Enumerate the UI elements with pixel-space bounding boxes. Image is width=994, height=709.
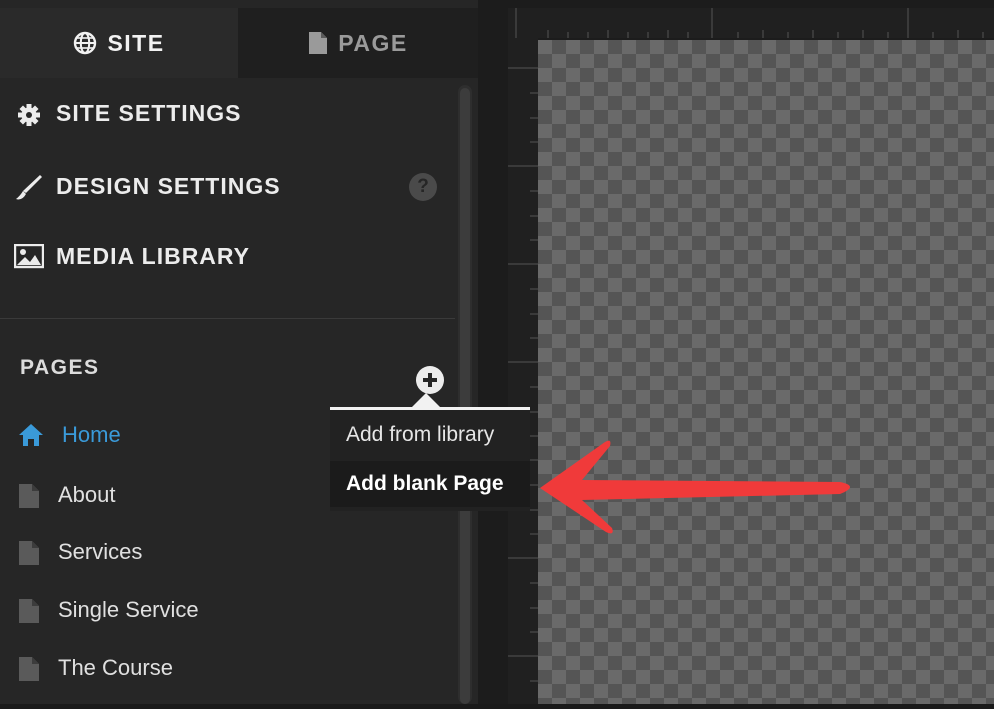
- page-item-services[interactable]: Services: [18, 538, 142, 566]
- page-item-about[interactable]: About: [18, 481, 116, 509]
- page-item-home[interactable]: Home: [18, 422, 121, 448]
- page-icon: [19, 599, 39, 623]
- media-library-label: MEDIA LIBRARY: [56, 243, 251, 269]
- sidebar: SITE PAGE SITE SETTINGS DESIGN SETTINGS …: [0, 0, 478, 704]
- page-item-label: The Course: [58, 655, 173, 680]
- scrollbar-thumb[interactable]: [460, 88, 470, 704]
- image-icon: [14, 243, 44, 268]
- divider: [0, 318, 455, 319]
- add-blank-page-option[interactable]: Add blank Page: [330, 461, 530, 507]
- tab-site-label: SITE: [107, 29, 165, 56]
- dropdown-caret: [411, 393, 441, 408]
- tab-bar: SITE PAGE: [0, 8, 478, 78]
- brush-icon: [16, 175, 42, 200]
- page-item-single-service[interactable]: Single Service: [18, 596, 199, 624]
- help-icon[interactable]: ?: [409, 173, 437, 201]
- site-settings-item[interactable]: SITE SETTINGS: [14, 98, 242, 128]
- media-library-item[interactable]: MEDIA LIBRARY: [14, 243, 250, 270]
- annotation-arrow: [540, 440, 850, 534]
- design-settings-label: DESIGN SETTINGS: [56, 172, 281, 199]
- add-page-dropdown: Add from library Add blank Page: [330, 407, 530, 511]
- page-item-the-course[interactable]: The Course: [18, 654, 173, 682]
- globe-icon: [74, 31, 97, 55]
- page-item-label: Home: [62, 422, 121, 447]
- page-item-label: Services: [58, 539, 143, 564]
- tab-site[interactable]: SITE: [0, 8, 238, 78]
- ruler-left: [508, 38, 538, 704]
- page-icon: [19, 657, 39, 681]
- page-icon: [19, 541, 39, 565]
- page-item-label: Single Service: [58, 597, 199, 622]
- add-page-icon[interactable]: [416, 366, 444, 394]
- site-settings-label: SITE SETTINGS: [56, 99, 242, 126]
- page-icon: [19, 484, 39, 508]
- ruler-top-ticks: [515, 8, 984, 38]
- tab-page[interactable]: PAGE: [238, 8, 478, 78]
- tab-page-label: PAGE: [338, 29, 408, 56]
- design-canvas[interactable]: [538, 40, 994, 704]
- design-settings-item[interactable]: DESIGN SETTINGS: [14, 171, 281, 201]
- ruler-left-ticks: [508, 67, 538, 682]
- gear-icon: [18, 104, 40, 126]
- add-from-library-option[interactable]: Add from library: [330, 412, 530, 458]
- home-icon: [19, 424, 43, 446]
- pages-heading: PAGES: [20, 356, 100, 379]
- page-item-label: About: [58, 482, 116, 507]
- ruler-top: [508, 8, 994, 38]
- document-icon: [309, 32, 328, 54]
